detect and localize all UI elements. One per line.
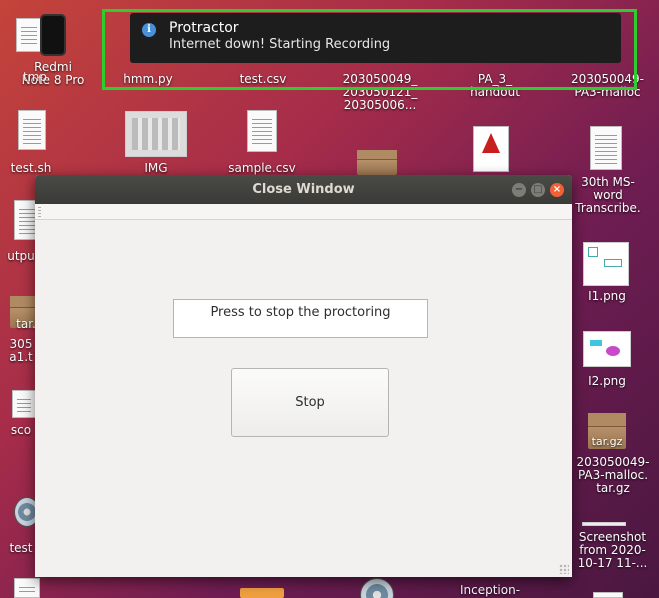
window-titlebar[interactable]: Close Window − □ × <box>35 175 572 204</box>
minimize-button[interactable]: − <box>512 183 526 197</box>
document-icon[interactable] <box>12 390 36 418</box>
document-icon[interactable] <box>593 592 623 598</box>
resize-grip-handle[interactable] <box>559 564 569 574</box>
desktop-icon-word-transcribe[interactable]: 30th MS- word Transcribe. <box>568 176 648 215</box>
screenshot-thumbnail-icon[interactable] <box>582 522 626 526</box>
desktop-icon-a1-t[interactable]: 305 a1.t <box>6 338 36 364</box>
image-thumbnail-icon[interactable] <box>583 242 629 286</box>
stop-button[interactable]: Stop <box>231 368 389 437</box>
desktop-icon-screenshot[interactable]: Screenshot from 2020- 10-17 11-... <box>570 531 655 570</box>
maximize-button[interactable]: □ <box>531 183 545 197</box>
proctoring-message-label: Press to stop the proctoring <box>173 299 428 338</box>
close-button[interactable]: × <box>550 183 564 197</box>
document-icon <box>16 18 42 52</box>
document-icon[interactable] <box>590 126 622 170</box>
desktop-icon-pa-3-handout[interactable]: PA_3_ handout <box>455 73 535 99</box>
document-icon[interactable] <box>18 110 46 150</box>
desktop-icon-outpu[interactable]: utpu <box>6 250 36 263</box>
desktop-icon-sco[interactable]: sco <box>6 424 36 437</box>
archive-tar-gz-label: tar.gz <box>591 435 623 448</box>
archive-box-icon[interactable] <box>357 150 397 175</box>
info-icon: i <box>142 23 156 37</box>
notification-body: Internet down! Starting Recording <box>169 37 391 52</box>
document-icon[interactable] <box>247 110 277 152</box>
disc-icon[interactable] <box>360 578 394 598</box>
desktop-icon-test-csv[interactable]: test.csv <box>228 73 298 86</box>
desktop-icon-sample-csv[interactable]: sample.csv <box>222 162 302 175</box>
folder-icon[interactable] <box>240 588 284 598</box>
phone-icon <box>40 14 66 56</box>
image-thumbnail-icon[interactable] <box>125 111 187 157</box>
desktop-icon-pa3-malloc-tar[interactable]: 203050049- PA3-malloc. tar.gz <box>568 456 658 495</box>
toolbar-grip-handle[interactable] <box>38 207 41 217</box>
desktop-icon-folder-203050049[interactable]: 203050049_ 203050121_ 20305006... <box>330 73 430 112</box>
notification-popup[interactable]: i Protractor Internet down! Starting Rec… <box>130 13 621 63</box>
close-window: Close Window − □ × Press to stop the pro… <box>35 175 572 577</box>
desktop-icon-label-overlap: tmp <box>22 70 47 84</box>
desktop-icon-inception[interactable]: Inception- <box>450 584 530 597</box>
toolbar-area <box>35 204 572 220</box>
desktop-icon-img[interactable]: IMG <box>125 162 187 175</box>
calendar-grid-graphic <box>132 118 180 150</box>
document-icon[interactable] <box>14 578 40 598</box>
diagram-graphic <box>604 259 622 267</box>
diagram-graphic <box>588 247 598 257</box>
desktop-icon-test-disc[interactable]: test <box>6 542 36 555</box>
image-thumbnail-icon[interactable] <box>583 331 631 367</box>
desktop-icon-i1-png[interactable]: I1.png <box>577 290 637 303</box>
desktop-icon-i2-png[interactable]: I2.png <box>577 375 637 388</box>
desktop-icon-test-sh[interactable]: test.sh <box>6 162 56 175</box>
pdf-icon[interactable] <box>473 126 509 172</box>
window-title: Close Window <box>252 182 355 197</box>
diagram-graphic <box>590 340 602 346</box>
notification-title: Protractor <box>169 20 239 36</box>
diagram-graphic <box>606 346 620 356</box>
desktop-icon-pa3-malloc[interactable]: 203050049- PA3-malloc <box>565 73 650 99</box>
desktop-icon-hmm-py[interactable]: hmm.py <box>113 73 183 86</box>
